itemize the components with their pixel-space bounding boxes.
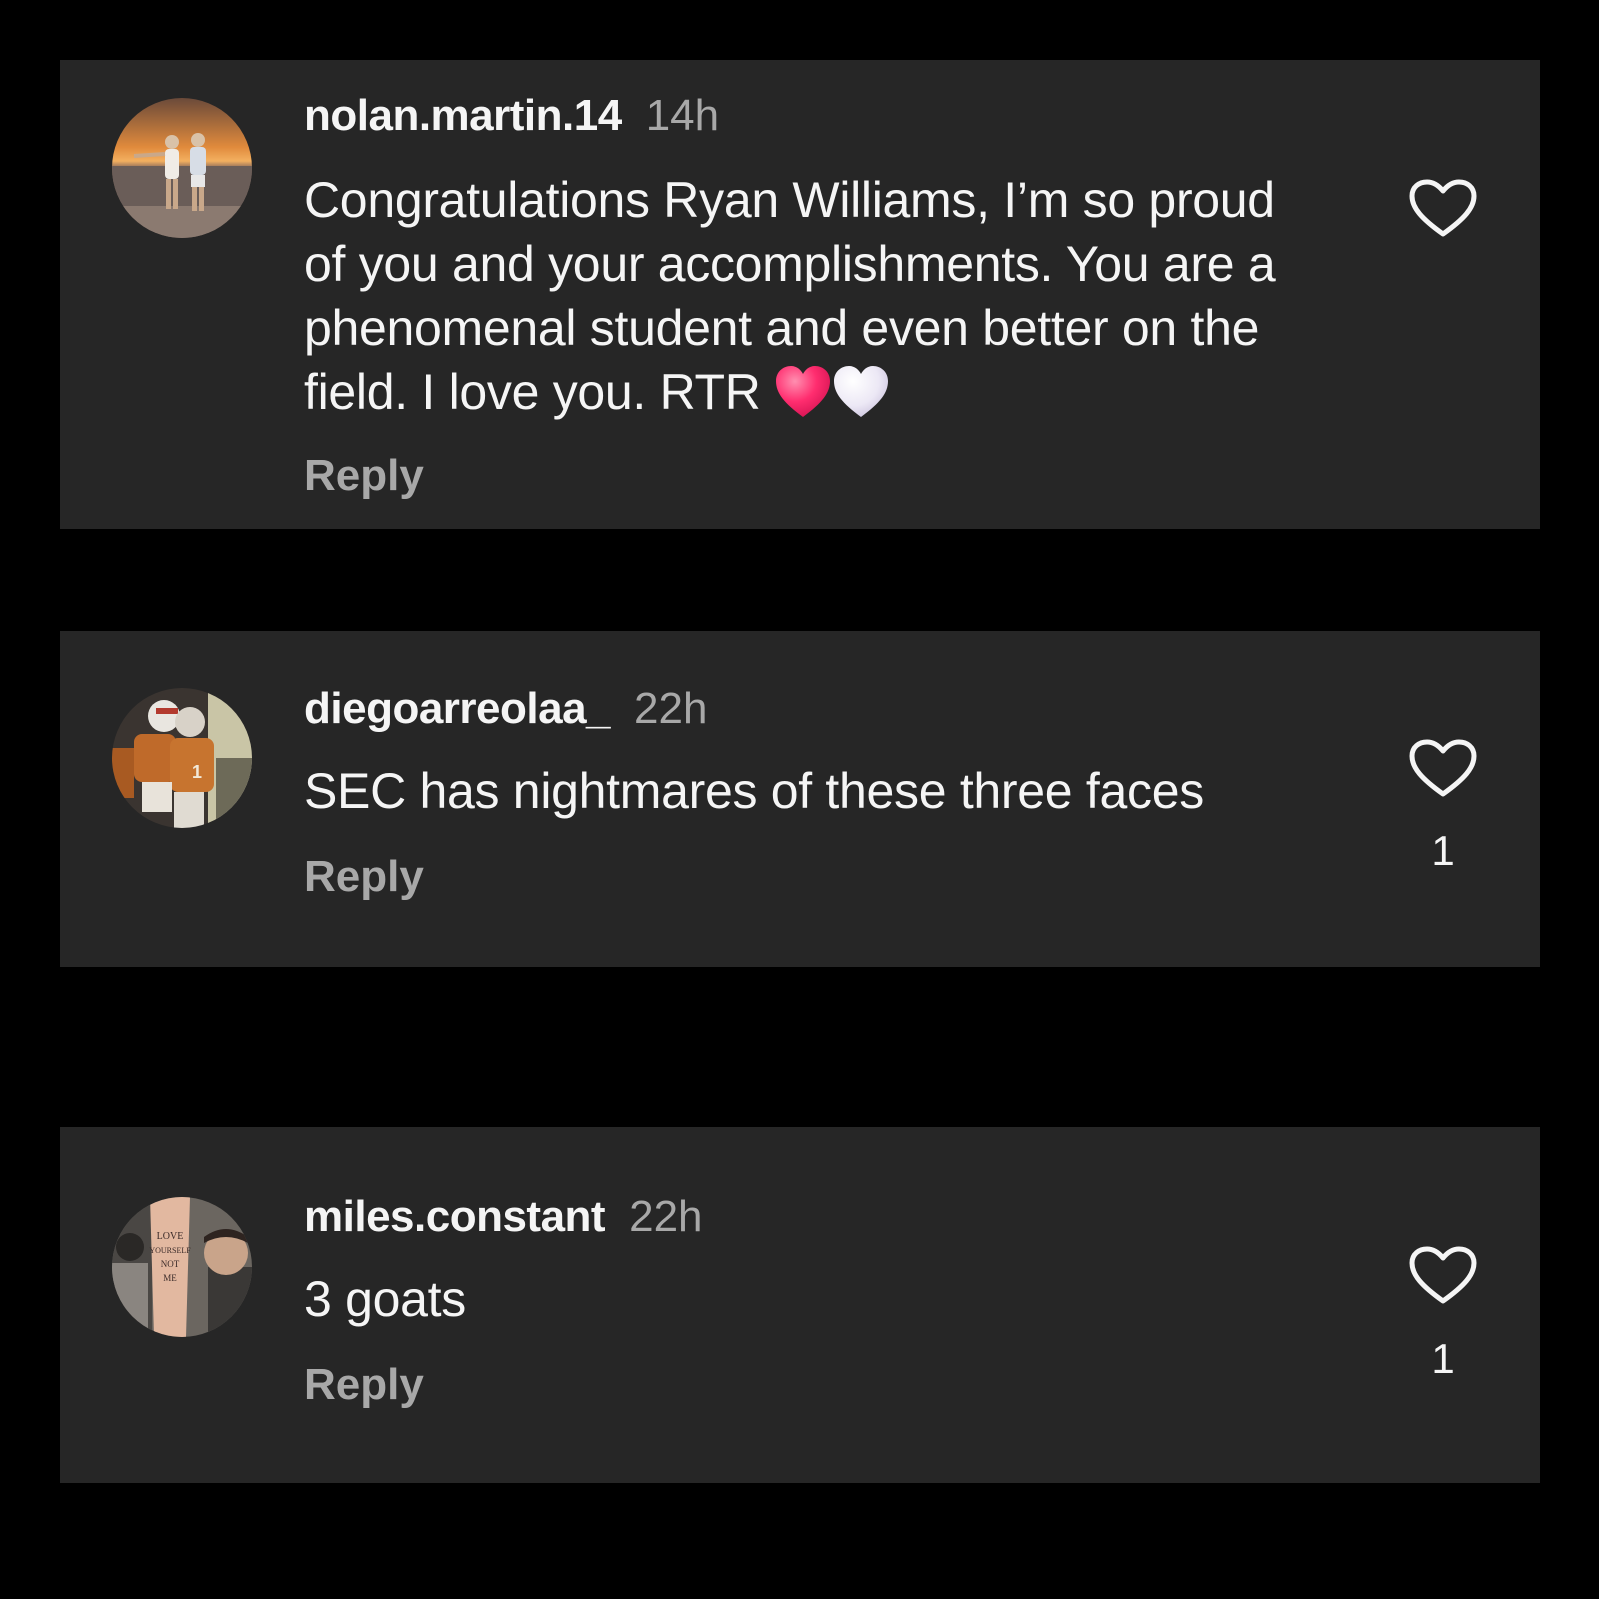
white-heart-emoji — [834, 366, 889, 417]
comment-meta: nolan.martin.14 14h — [304, 90, 719, 142]
timestamp: 22h — [634, 684, 708, 733]
like-button[interactable] — [1408, 1245, 1478, 1307]
username[interactable]: nolan.martin.14 — [304, 91, 622, 140]
reply-button[interactable]: Reply — [304, 450, 424, 502]
timestamp: 22h — [629, 1192, 703, 1241]
comment-card: 1 diegoarreolaa_ 22h SEC has nightmares o… — [60, 631, 1540, 967]
like-count: 1 — [1431, 1335, 1455, 1382]
jersey-number: 1 — [192, 762, 202, 782]
username[interactable]: diegoarreolaa_ — [304, 684, 611, 733]
comment-text: Congratulations Ryan Williams, I’m so pr… — [304, 168, 1314, 424]
avatar-photo-leg-tattoo: LOVE YOURSELF NOT ME — [112, 1197, 252, 1337]
comment-body: SEC has nightmares of these three faces — [304, 763, 1204, 819]
username[interactable]: miles.constant — [304, 1192, 606, 1241]
avatar-photo-football-players: 1 — [112, 688, 252, 828]
heart-outline-icon — [1409, 1246, 1477, 1304]
avatar-photo-sunset — [112, 98, 252, 238]
red-heart-emoji — [776, 366, 831, 417]
heart-outline-icon — [1409, 179, 1477, 237]
tattoo-text-line: LOVE — [157, 1231, 184, 1242]
reply-button[interactable]: Reply — [304, 851, 424, 903]
timestamp: 14h — [645, 91, 720, 140]
like-count: 1 — [1431, 827, 1455, 874]
tattoo-text-line: ME — [163, 1273, 177, 1283]
comment-body: 3 goats — [304, 1271, 466, 1327]
reply-button[interactable]: Reply — [304, 1359, 424, 1411]
comment-text: 3 goats — [304, 1267, 1314, 1331]
comment-text: SEC has nightmares of these three faces — [304, 759, 1314, 823]
avatar[interactable]: 1 — [112, 688, 252, 828]
like-button[interactable] — [1408, 178, 1478, 240]
tattoo-text-line: YOURSELF — [149, 1246, 191, 1255]
comment-meta: diegoarreolaa_ 22h — [304, 683, 707, 735]
comment-card: LOVE YOURSELF NOT ME miles.constant 22h 3… — [60, 1127, 1540, 1483]
tattoo-text-line: NOT — [161, 1259, 180, 1269]
comment-card: nolan.martin.14 14h Congratulations Ryan … — [60, 60, 1540, 529]
avatar[interactable]: LOVE YOURSELF NOT ME — [112, 1197, 252, 1337]
heart-outline-icon — [1409, 739, 1477, 797]
avatar[interactable] — [112, 98, 252, 238]
like-button[interactable] — [1408, 738, 1478, 800]
comment-meta: miles.constant 22h — [304, 1191, 703, 1243]
